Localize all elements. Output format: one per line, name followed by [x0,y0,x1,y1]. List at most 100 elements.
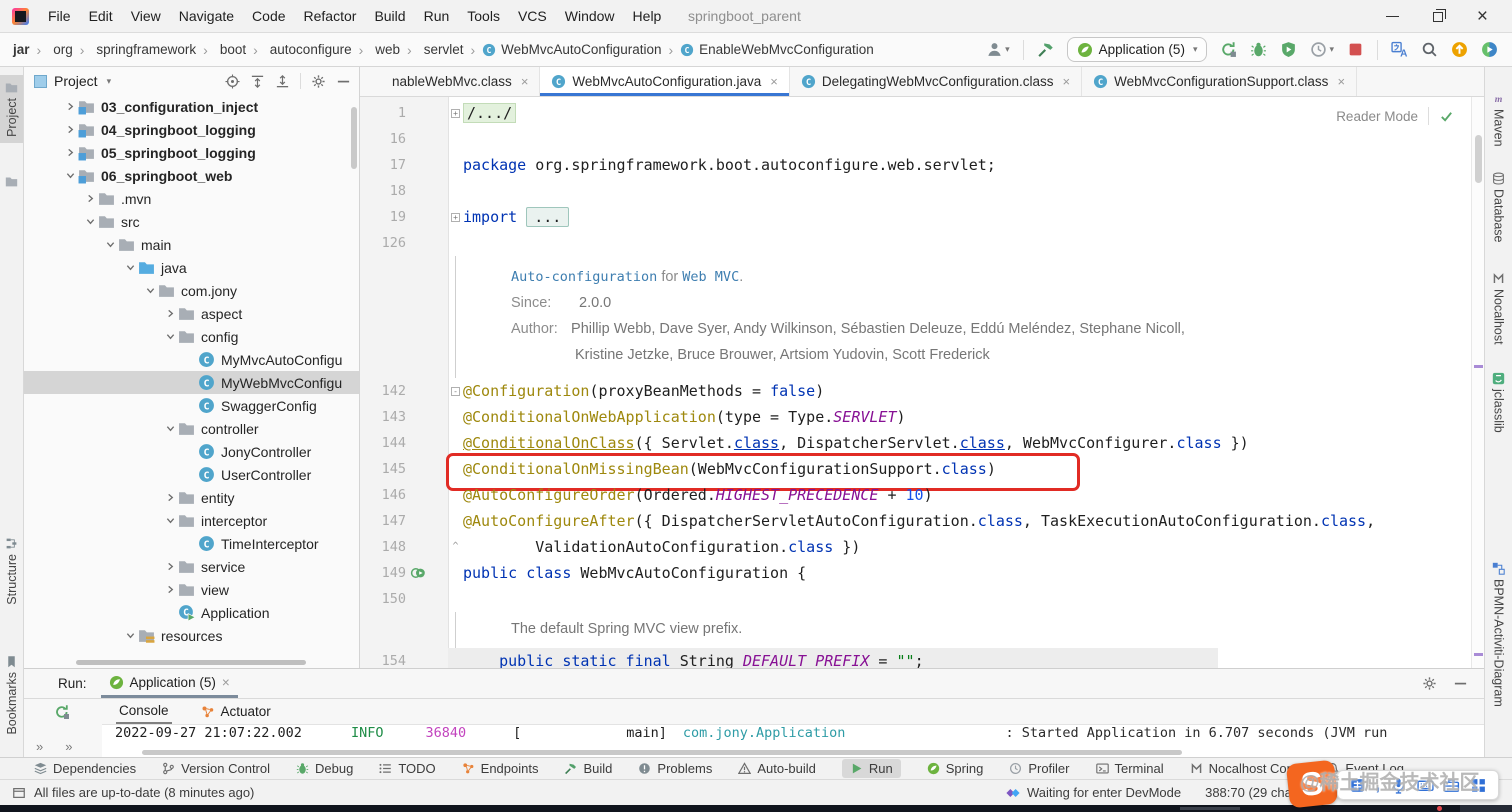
menu-item[interactable]: Tools [458,4,509,28]
code-line[interactable]: 18 [360,178,1484,204]
tree-row[interactable]: resources [24,624,359,647]
code-area[interactable]: Reader Mode 1 +/.../16 17 package org.sprin… [360,97,1484,668]
line-number[interactable]: 16 [360,126,406,152]
tree-row[interactable]: aspect [24,302,359,325]
code-line[interactable]: 150 [360,586,1484,612]
toolbox-icon[interactable] [1443,777,1460,794]
tool-window-button[interactable]: Endpoints [462,761,538,776]
tree-chevron-icon[interactable] [102,240,118,249]
gear-icon[interactable] [311,74,326,89]
tool-stripe-nocalhost[interactable]: Nocalhost [1485,272,1512,345]
tree-row[interactable]: Application [24,601,359,624]
tree-row[interactable]: 06_springboot_web [24,164,359,187]
tool-window-button[interactable]: Build [564,761,612,776]
tree-chevron-icon[interactable] [62,125,78,134]
fold-column[interactable] [448,560,463,586]
tool-stripe-jclasslib[interactable]: jclasslib [1485,372,1512,433]
tree-chevron-icon[interactable] [162,585,178,594]
punctuation-icon[interactable]: , [1376,776,1381,793]
breadcrumb-item[interactable]: WebMvcAutoConfiguration › [482,42,680,58]
gear-icon[interactable] [1422,676,1437,691]
tree-chevron-icon[interactable] [162,309,178,318]
minimize-button[interactable] [1385,16,1399,17]
run-configuration-select[interactable]: Application (5) ▾ [1066,37,1208,62]
ide-update-icon[interactable] [1451,41,1468,58]
tool-stripe-bookmarks[interactable]: Bookmarks [0,655,23,735]
fold-column[interactable] [448,152,463,178]
menu-item[interactable]: Build [365,4,414,28]
line-number[interactable]: 154 [360,648,406,668]
tree-chevron-icon[interactable] [162,562,178,571]
rerun-icon[interactable] [1220,41,1237,58]
fold-column[interactable]: ^ [448,534,463,560]
tree-row[interactable]: .mvn [24,187,359,210]
menu-item[interactable]: Run [415,4,459,28]
close-tab-icon[interactable]: × [1062,74,1070,89]
chevron-down-icon[interactable]: ▾ [107,76,112,87]
search-everywhere-icon[interactable] [1421,41,1438,58]
microphone-icon[interactable] [1390,777,1407,794]
debug-icon[interactable] [1250,41,1267,58]
tool-window-button[interactable]: Debug [296,761,353,776]
locate-icon[interactable] [225,74,240,89]
line-number[interactable]: 146 [360,482,406,508]
tool-window-button[interactable]: Problems [638,761,712,776]
menu-item[interactable]: Help [624,4,671,28]
tool-window-button[interactable]: Spring [927,761,983,776]
tree-chevron-icon[interactable] [62,102,78,111]
restore-button[interactable] [1432,8,1446,22]
tree-row[interactable]: JonyController [24,440,359,463]
tree-chevron-icon[interactable] [162,424,178,433]
tree-row[interactable]: 03_configuration_inject [24,95,359,118]
tree-chevron-icon[interactable] [162,516,178,525]
code-line[interactable]: 154 public static final String DEFAULT_P… [360,648,1484,668]
line-number[interactable]: 18 [360,178,406,204]
code-line[interactable]: 1 +/.../ [360,100,1484,126]
hidden-toolbar-chevron[interactable]: » [36,739,43,754]
code-line[interactable]: 143 @ConditionalOnWebApplication(type = T… [360,404,1484,430]
tool-stripe-database[interactable]: Database [1485,172,1512,243]
menu-item[interactable]: File [39,4,80,28]
tree-row[interactable]: entity [24,486,359,509]
code-line[interactable]: 19 + import ... [360,204,1484,230]
line-number[interactable]: 17 [360,152,406,178]
fold-column[interactable] [448,178,463,204]
run-gutter-icon[interactable] [410,565,426,581]
devmode-status[interactable]: Waiting for enter DevMode [1006,785,1181,800]
build-hammer-icon[interactable] [1037,41,1054,58]
tool-window-button[interactable]: Dependencies [34,761,136,776]
tool-window-button[interactable]: Version Control [162,761,270,776]
tool-stripe-maven[interactable]: Maven [1485,92,1512,147]
line-number[interactable]: 126 [360,230,406,256]
line-number[interactable]: 150 [360,586,406,612]
fold-marker-icon[interactable]: + [451,212,460,222]
line-number[interactable]: 143 [360,404,406,430]
code-line[interactable]: 142 - @Configuration(proxyBeanMethods = fa… [360,378,1484,404]
fold-column[interactable] [448,230,463,256]
breadcrumb-item[interactable]: web › [370,42,418,58]
code-line[interactable]: 126 [360,230,1484,256]
tree-chevron-icon[interactable] [122,263,138,272]
tree-row[interactable]: MyWebMvcConfigu [24,371,359,394]
tree-row[interactable]: main [24,233,359,256]
run-tab[interactable]: Application (5) × [100,669,238,698]
ime-toolbar[interactable]: , [1337,770,1499,800]
tree-chevron-icon[interactable] [142,286,158,295]
user-icon[interactable]: ▾ [986,41,1010,58]
inspections-ok-icon[interactable] [1439,109,1454,124]
editor-tab[interactable]: nableWebMvc.class × [360,67,541,96]
fold-column[interactable]: + [448,100,463,126]
tree-row[interactable]: UserController [24,463,359,486]
tree-row[interactable]: controller [24,417,359,440]
scrollbar-mark[interactable] [1474,653,1483,656]
close-tab-icon[interactable]: × [222,675,230,690]
commit-tool-icon[interactable] [0,175,23,188]
line-number[interactable]: 144 [360,430,406,456]
close-tab-icon[interactable]: × [521,74,529,89]
menu-item[interactable]: Navigate [170,4,243,28]
scrollbar-thumb[interactable] [1475,135,1482,183]
breadcrumb-item[interactable]: jar › [8,42,48,58]
tool-window-button[interactable]: Profiler [1009,761,1070,776]
line-number[interactable]: 147 [360,508,406,534]
code-line[interactable]: 16 [360,126,1484,152]
